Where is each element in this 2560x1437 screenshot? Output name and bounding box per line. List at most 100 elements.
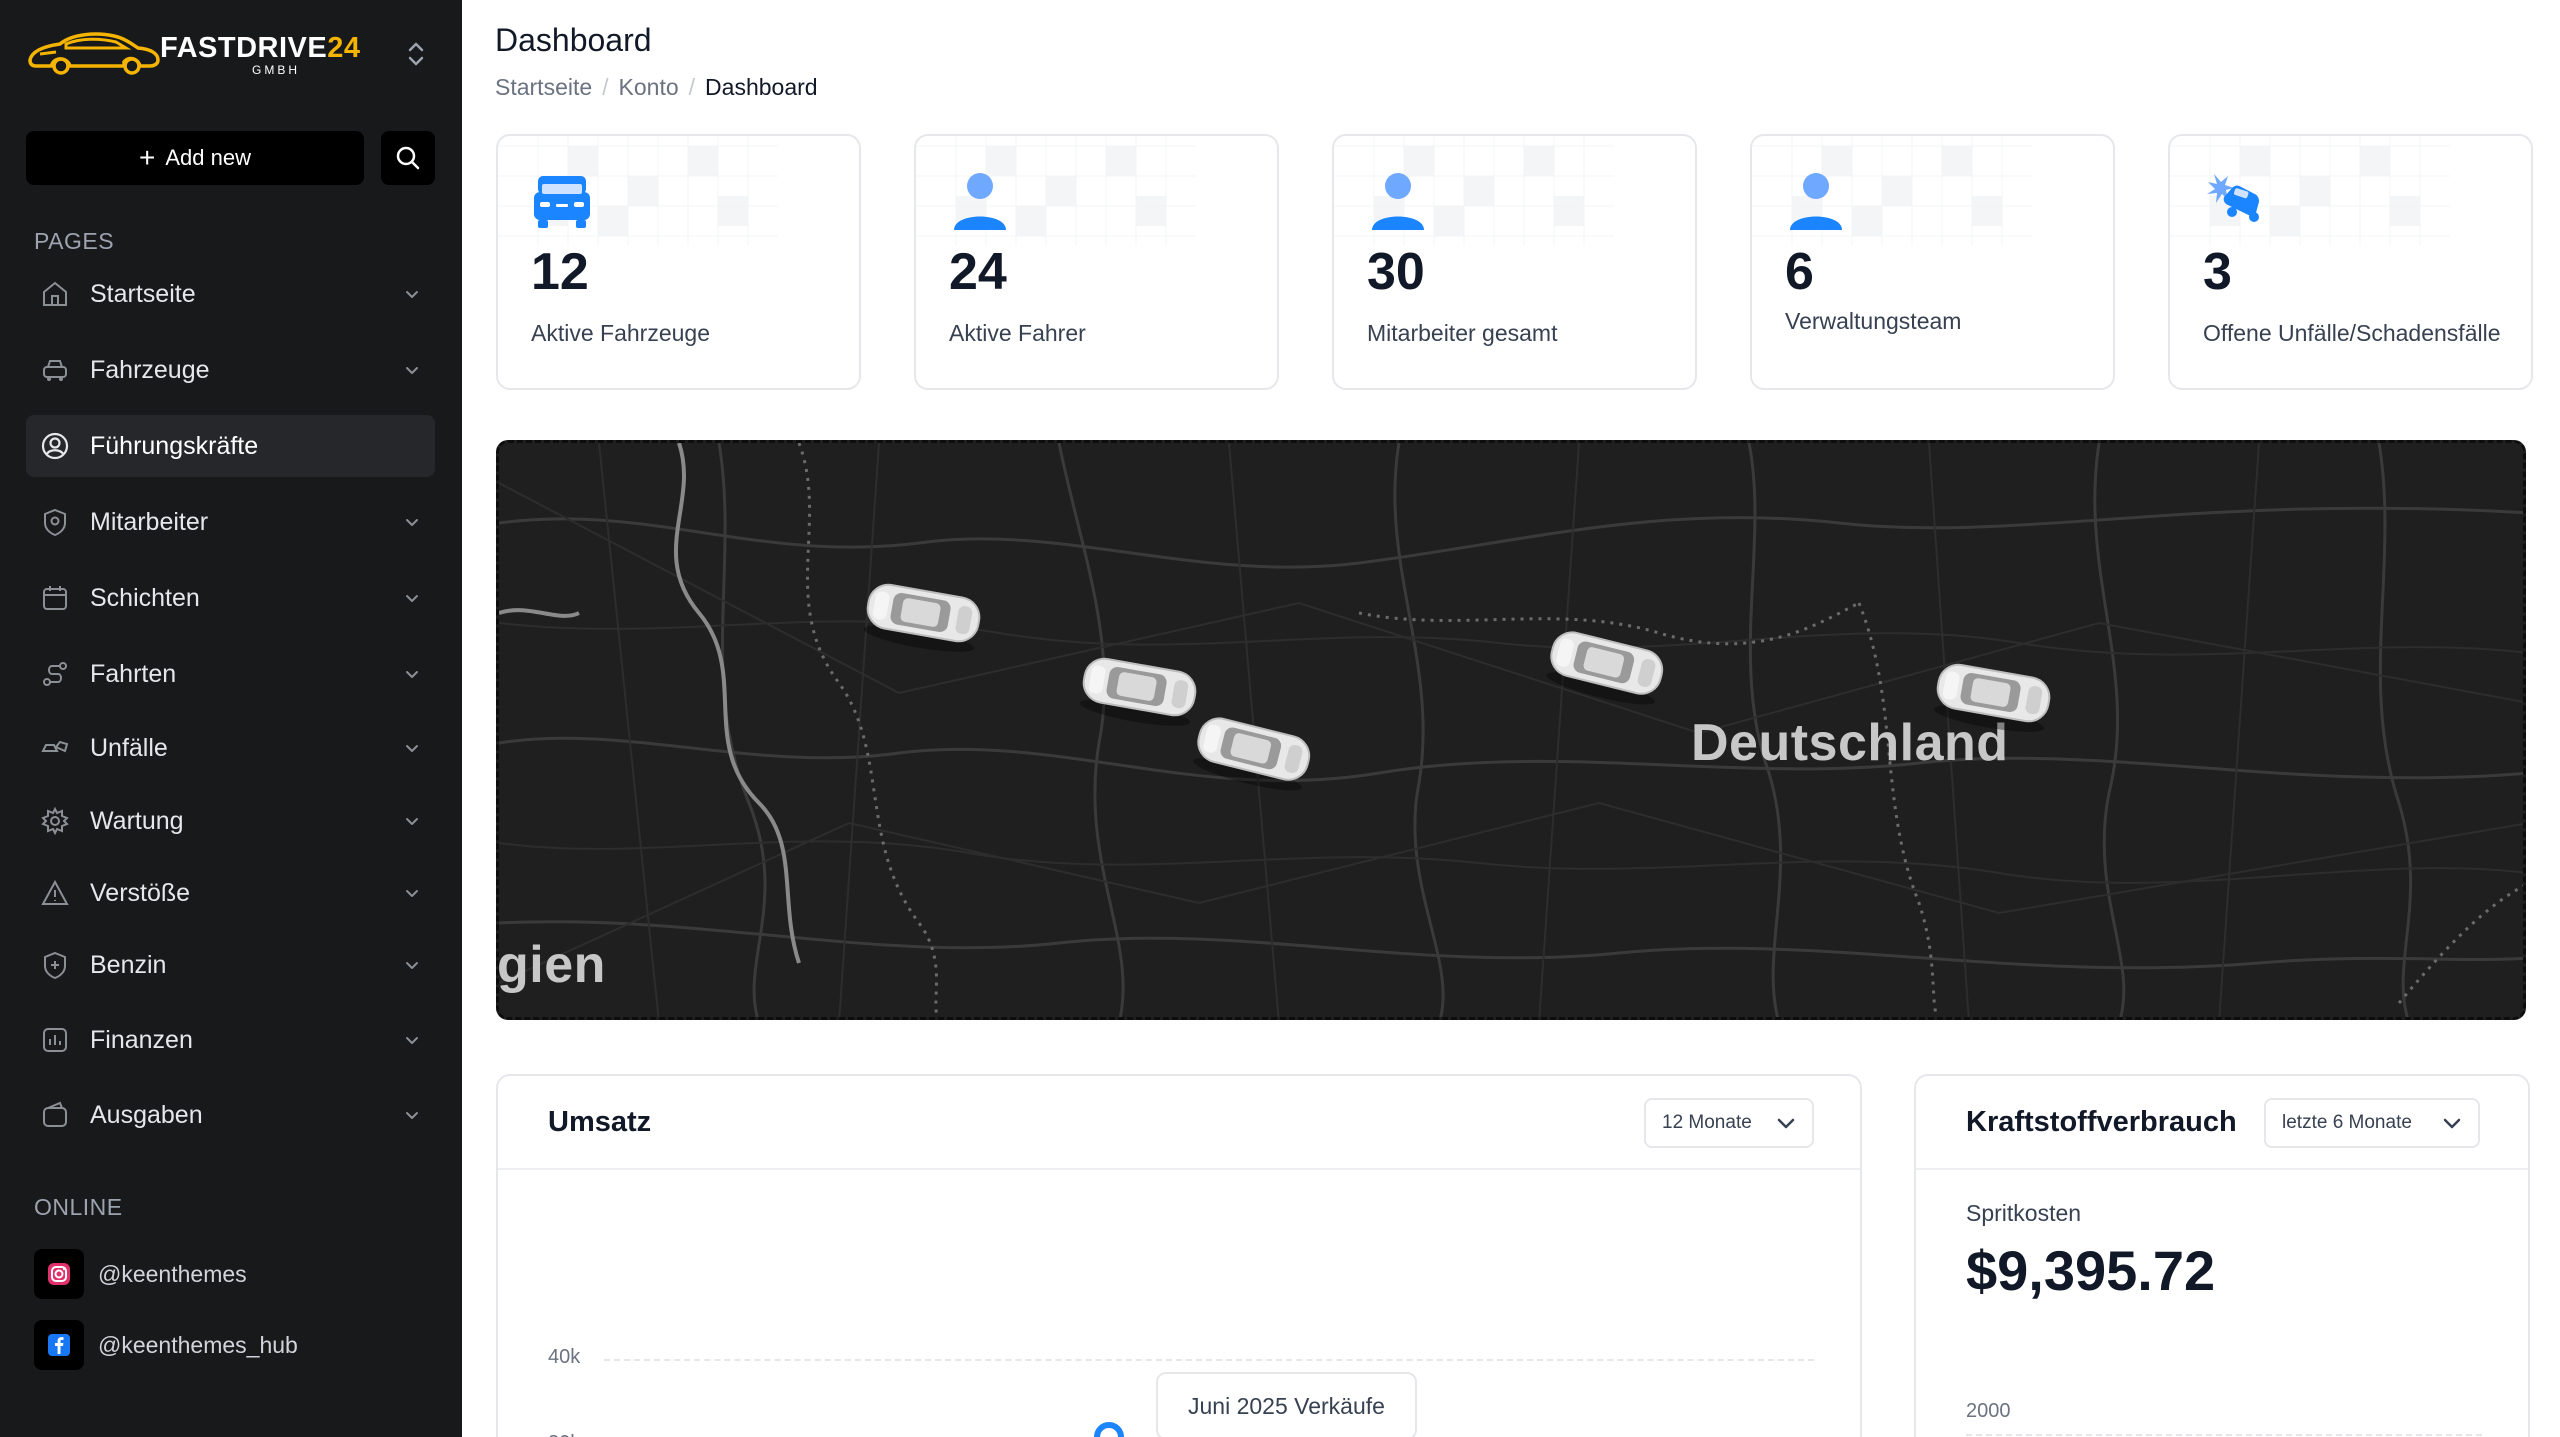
- facebook-icon: [34, 1320, 84, 1370]
- user-circle-icon: [41, 432, 69, 460]
- y-tick-30k: 30k: [548, 1432, 580, 1437]
- page-title: Dashboard: [495, 22, 652, 58]
- stat-card[interactable]: 30 Mitarbeiter gesamt: [1332, 134, 1697, 390]
- sidebar-item-startseite[interactable]: Startseite: [26, 263, 435, 325]
- map-roads: [499, 443, 2523, 1017]
- panel-divider: [1916, 1168, 2528, 1170]
- tooltip-label: Juni 2025 Verkäufe: [1188, 1392, 1385, 1419]
- chevron-down-icon: [406, 291, 418, 298]
- social-instagram[interactable]: @keenthemes: [34, 1249, 247, 1299]
- chevron-down-icon: [406, 595, 418, 602]
- sidebar-item-führungskräfte[interactable]: Führungskräfte: [26, 415, 435, 477]
- stat-label: Aktive Fahrzeuge: [531, 320, 710, 346]
- sidebar-item-unfälle[interactable]: Unfälle: [26, 717, 435, 779]
- car-icon: [43, 360, 67, 381]
- fuel-title: Kraftstoffverbrauch: [1966, 1106, 2237, 1138]
- sidebar-item-finanzen[interactable]: Finanzen: [26, 1009, 435, 1071]
- sidebar-item-label: Benzin: [90, 950, 167, 979]
- sidebar-item-mitarbeiter[interactable]: Mitarbeiter: [26, 491, 435, 553]
- car-crash-icon: [2207, 174, 2260, 222]
- breadcrumb-startseite[interactable]: Startseite: [495, 74, 592, 101]
- chevron-up-down-icon[interactable]: [404, 40, 428, 68]
- stat-value: 24: [949, 243, 1007, 301]
- stat-value: 12: [531, 243, 589, 301]
- sidebar-item-label: Finanzen: [90, 1025, 193, 1054]
- pages-heading: PAGES: [34, 228, 115, 254]
- stat-label: Offene Unfälle/Schadensfälle: [2203, 320, 2501, 346]
- route-icon: [43, 662, 67, 686]
- sidebar-item-verstöße[interactable]: Verstöße: [26, 862, 435, 924]
- sidebar-item-label: Fahrten: [90, 659, 177, 688]
- sidebar-item-wartung[interactable]: Wartung: [26, 790, 435, 852]
- sidebar-item-label: Führungskräfte: [90, 431, 259, 460]
- car-logo-icon: [28, 32, 160, 75]
- sidebar-item-ausgaben[interactable]: Ausgaben: [26, 1084, 435, 1146]
- chevron-down-icon: [2443, 1118, 2461, 1129]
- sidebar-item-label: Unfälle: [90, 733, 168, 762]
- stat-card[interactable]: 24 Aktive Fahrer: [914, 134, 1279, 390]
- stat-value: 3: [2203, 243, 2232, 301]
- user-icon: [1790, 173, 1842, 230]
- brand[interactable]: FASTDRIVE24 GMBH: [26, 26, 456, 84]
- fuel-period-value: letzte 6 Monate: [2282, 1112, 2412, 1133]
- online-heading: ONLINE: [34, 1194, 123, 1220]
- chevron-down-icon: [406, 890, 418, 897]
- sidebar-item-fahrzeuge[interactable]: Fahrzeuge: [26, 339, 435, 401]
- crash-icon: [41, 740, 69, 753]
- revenue-period-value: 12 Monate: [1662, 1112, 1752, 1133]
- chevron-down-icon: [406, 745, 418, 752]
- plus-icon: +: [139, 142, 156, 173]
- brand-name: FASTDRIVE24: [160, 32, 361, 64]
- fuel-cost-label: Spritkosten: [1966, 1200, 2082, 1226]
- warning-icon: [41, 879, 69, 905]
- fuel-icon: [44, 951, 66, 980]
- sidebar-item-label: Wartung: [90, 806, 184, 835]
- breadcrumb-separator: /: [688, 74, 696, 100]
- sidebar-item-schichten[interactable]: Schichten: [26, 567, 435, 629]
- add-new-label: Add new: [165, 145, 251, 170]
- add-new-button[interactable]: + Add new: [26, 131, 364, 185]
- vehicle-map[interactable]: Deutschland gien: [496, 440, 2526, 1020]
- social-label: @keenthemes: [98, 1260, 247, 1287]
- stat-card[interactable]: 3 Offene Unfälle/Schadensfälle: [2168, 134, 2533, 390]
- user-icon: [1372, 173, 1424, 230]
- finance-icon: [43, 1028, 67, 1052]
- sidebar-item-fahrten[interactable]: Fahrten: [26, 643, 435, 705]
- chevron-down-icon: [406, 671, 418, 678]
- sidebar-item-label: Ausgaben: [90, 1100, 203, 1129]
- instagram-icon: [34, 1249, 84, 1299]
- main-content: Dashboard Startseite / Konto / Dashboard…: [462, 0, 2560, 1437]
- user-icon: [954, 173, 1006, 230]
- chevron-down-icon: [1777, 1118, 1795, 1129]
- brand-subtitle: GMBH: [252, 63, 300, 77]
- stat-card[interactable]: 6 Verwaltungsteam: [1750, 134, 2115, 390]
- stat-card[interactable]: 12 Aktive Fahrzeuge: [496, 134, 861, 390]
- search-button[interactable]: [381, 131, 435, 185]
- sidebar-item-label: Startseite: [90, 279, 196, 308]
- revenue-period-select[interactable]: 12 Monate: [1644, 1098, 1814, 1148]
- chevron-down-icon: [406, 367, 418, 374]
- gridline: [604, 1359, 1814, 1361]
- chevron-down-icon: [406, 962, 418, 969]
- sidebar-item-label: Schichten: [90, 583, 200, 612]
- sidebar-item-benzin[interactable]: Benzin: [26, 934, 435, 996]
- breadcrumb-konto[interactable]: Konto: [619, 74, 679, 101]
- fuel-period-select[interactable]: letzte 6 Monate: [2264, 1098, 2480, 1148]
- social-facebook[interactable]: @keenthemes_hub: [34, 1320, 298, 1370]
- breadcrumb-dashboard: Dashboard: [705, 74, 818, 100]
- y-tick-40k: 40k: [548, 1346, 581, 1368]
- social-label: @keenthemes_hub: [98, 1331, 298, 1358]
- revenue-panel: Umsatz 12 Monate 40k 30k Juni 2025 Verkä…: [496, 1074, 1862, 1437]
- home-icon: [43, 281, 67, 306]
- sidebar-item-label: Verstöße: [90, 878, 191, 907]
- calendar-icon: [43, 586, 67, 610]
- revenue-title: Umsatz: [548, 1106, 652, 1138]
- stat-label: Verwaltungsteam: [1785, 308, 1962, 334]
- chart-point[interactable]: [1094, 1422, 1124, 1437]
- badge-icon: [44, 508, 66, 537]
- gridline: [1966, 1434, 2482, 1436]
- fuel-panel: Kraftstoffverbrauch letzte 6 Monate Spri…: [1914, 1074, 2530, 1437]
- panel-divider: [498, 1168, 1860, 1170]
- stat-label: Aktive Fahrer: [949, 320, 1086, 346]
- breadcrumb: Startseite / Konto / Dashboard: [495, 74, 818, 101]
